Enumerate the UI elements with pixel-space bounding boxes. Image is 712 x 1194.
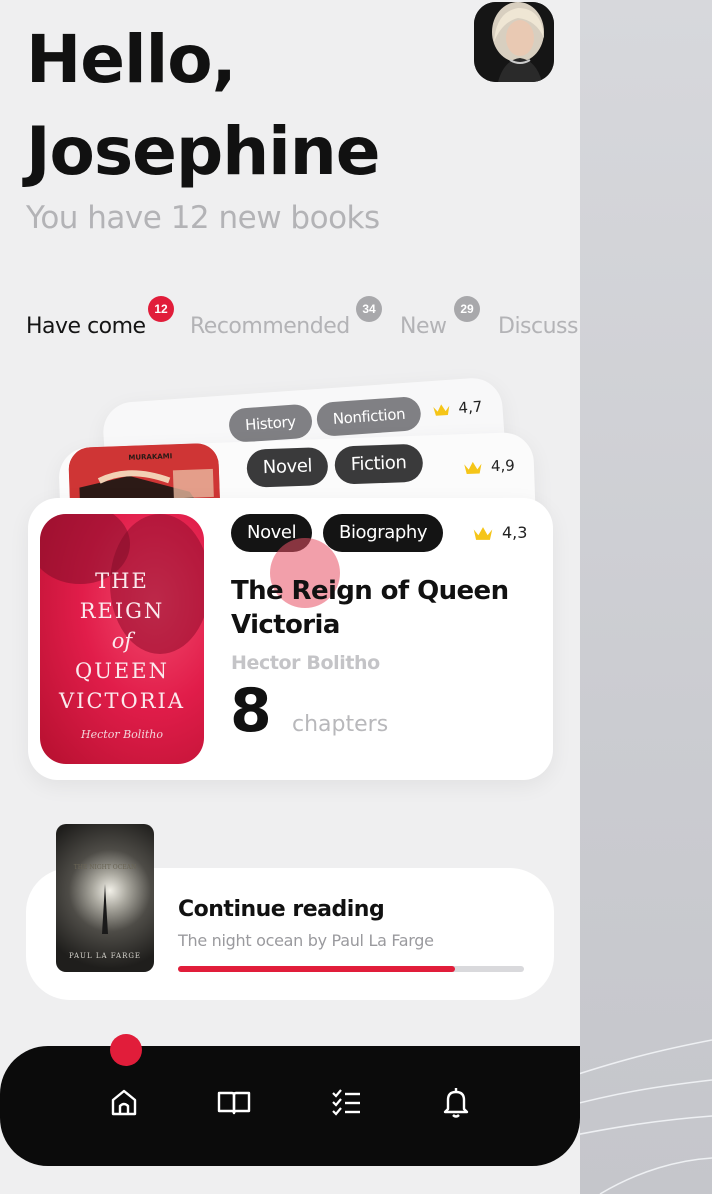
bottom-nav — [0, 1046, 580, 1166]
avatar[interactable] — [474, 2, 554, 82]
cover-title-line: QUEEN — [75, 659, 169, 683]
book-author: Hector Bolitho — [231, 652, 380, 674]
new-books-subtitle: You have 12 new books — [26, 200, 380, 236]
tag-history: History — [227, 403, 313, 444]
featured-book-card[interactable]: THE REIGN of QUEEN VICTORIA Hector Bolit… — [28, 498, 553, 780]
category-tabs: Have come 12 Recommended 34 New 29 Discu… — [26, 296, 580, 350]
rating-value: 4,7 — [457, 397, 483, 418]
continue-reading-heading: Continue reading — [178, 897, 385, 922]
tag-nonfiction: Nonfiction — [315, 395, 423, 438]
tab-recommended[interactable]: Recommended — [190, 314, 350, 339]
chapters-count: 8 — [230, 676, 272, 746]
avatar-photo — [474, 2, 554, 82]
crown-icon — [473, 527, 493, 540]
checklist-icon — [332, 1089, 360, 1116]
cover-title-line: VICTORIA — [58, 689, 186, 713]
reading-progress-fill — [178, 966, 455, 972]
nav-notifications[interactable] — [436, 1082, 476, 1122]
home-icon — [111, 1089, 137, 1116]
cover-author: Hector Bolitho — [81, 728, 163, 741]
tab-discuss[interactable]: Discuss — [498, 314, 578, 339]
tag-novel: Novel — [246, 446, 329, 488]
background-panel — [559, 0, 712, 1194]
page-title: Hello, Josephine — [26, 14, 381, 198]
tag-biography: Biography — [323, 514, 444, 552]
book-cover: THE REIGN of QUEEN VICTORIA Hector Bolit… — [40, 514, 204, 764]
tab-have-come-badge: 12 — [148, 296, 174, 322]
tab-new-badge: 29 — [454, 296, 480, 322]
active-nav-indicator — [110, 1034, 142, 1066]
crown-icon — [433, 404, 450, 416]
tag-fiction: Fiction — [334, 443, 424, 485]
cover-title: THE REIGN of QUEEN VICTORIA — [40, 566, 204, 716]
cover-title-line: THE — [95, 569, 149, 593]
rating: 4,3 — [472, 523, 527, 542]
cover-author: PAUL LA FARGE — [68, 952, 142, 960]
cover-title-line: of — [111, 629, 133, 653]
continue-reading-cover: THE NIGHT OCEAN PAUL LA FARGE — [56, 824, 154, 972]
crown-icon — [464, 461, 482, 474]
book-open-icon — [217, 1091, 251, 1115]
nav-home[interactable] — [104, 1082, 144, 1122]
continue-reading-book: The night ocean by Paul La Farge — [178, 931, 434, 950]
reading-progress-bar — [178, 966, 524, 972]
rating-value: 4,9 — [490, 456, 516, 476]
tab-have-come[interactable]: Have come — [26, 314, 146, 339]
rating: 4,7 — [432, 398, 483, 419]
cover-author: MURAKAMI — [128, 452, 173, 462]
greeting-name: Josephine — [26, 113, 381, 190]
chapters-label: chapters — [292, 712, 389, 737]
app-screen: Hello, Josephine You have 12 new books H… — [0, 0, 580, 1194]
cover-title-line: REIGN — [79, 599, 165, 623]
greeting-line-1: Hello, — [26, 21, 237, 98]
bell-icon — [443, 1088, 469, 1118]
tab-new[interactable]: New — [400, 314, 447, 339]
tab-recommended-badge: 34 — [356, 296, 382, 322]
cover-art — [102, 884, 108, 934]
nav-library[interactable] — [214, 1082, 254, 1122]
nav-lists[interactable] — [326, 1082, 366, 1122]
rating: 4,9 — [463, 456, 515, 476]
rating-value: 4,3 — [502, 523, 528, 542]
book-title: The Reign of Queen Victoria — [231, 576, 509, 640]
